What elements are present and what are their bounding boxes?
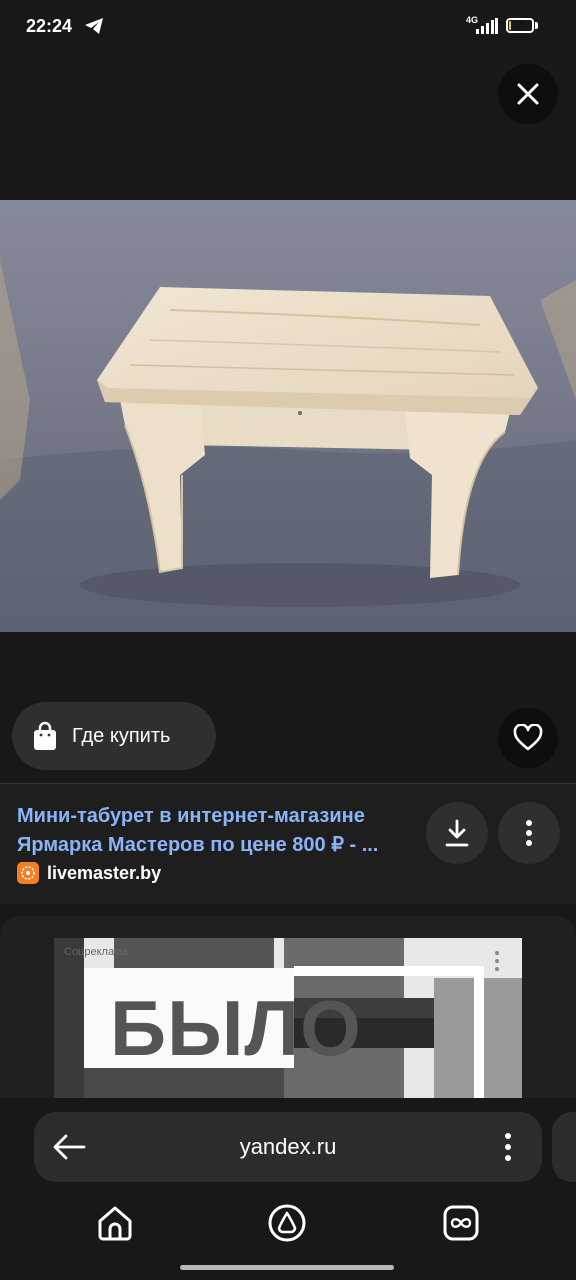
heart-icon: [513, 724, 543, 751]
url-text[interactable]: yandex.ru: [34, 1134, 542, 1160]
download-button[interactable]: [426, 802, 488, 864]
close-icon: [517, 83, 539, 105]
result-title-link[interactable]: Мини-табурет в интернет-магазине Ярмарка…: [17, 802, 417, 860]
source-domain: livemaster.by: [47, 862, 162, 883]
result-title-line-1: Мини-табурет в интернет-магазине: [17, 805, 365, 827]
alice-icon[interactable]: [267, 1203, 307, 1243]
close-button[interactable]: [498, 64, 558, 124]
next-address-bar-edge[interactable]: [552, 1112, 576, 1182]
ad-banner[interactable]: Соцреклама БЫЛО: [54, 938, 522, 1098]
battery-percent: 7: [517, 20, 523, 31]
result-title-line-2: Ярмарка Мастеров по цене 800 ₽ - ...: [17, 834, 379, 856]
home-icon[interactable]: [95, 1203, 135, 1243]
product-image[interactable]: [0, 200, 576, 632]
more-vertical-icon: [526, 820, 532, 846]
ad-label: Соцреклама: [64, 946, 128, 958]
battery-icon: 7: [506, 18, 534, 33]
ad-more-icon[interactable]: [494, 950, 500, 972]
download-icon: [445, 819, 469, 847]
stool-photo: [0, 200, 576, 632]
browser-menu-icon[interactable]: [504, 1131, 512, 1163]
battery-tip: [535, 22, 538, 29]
where-to-buy-label: Где купить: [72, 724, 171, 747]
telegram-icon: [85, 18, 103, 34]
shopping-bag-icon: [34, 721, 56, 750]
ad-headline: БЫЛО: [110, 984, 362, 1072]
result-source[interactable]: livemaster.by: [17, 862, 161, 884]
address-bar[interactable]: yandex.ru: [34, 1112, 542, 1182]
status-time: 22:24: [26, 16, 73, 36]
livemaster-favicon-icon: [17, 862, 39, 884]
tabs-icon[interactable]: [441, 1203, 481, 1243]
more-options-button[interactable]: [498, 802, 560, 864]
where-to-buy-button[interactable]: Где купить: [12, 702, 216, 770]
home-indicator[interactable]: [180, 1265, 394, 1270]
favorite-button[interactable]: [498, 708, 558, 768]
signal-icon: [476, 18, 498, 34]
